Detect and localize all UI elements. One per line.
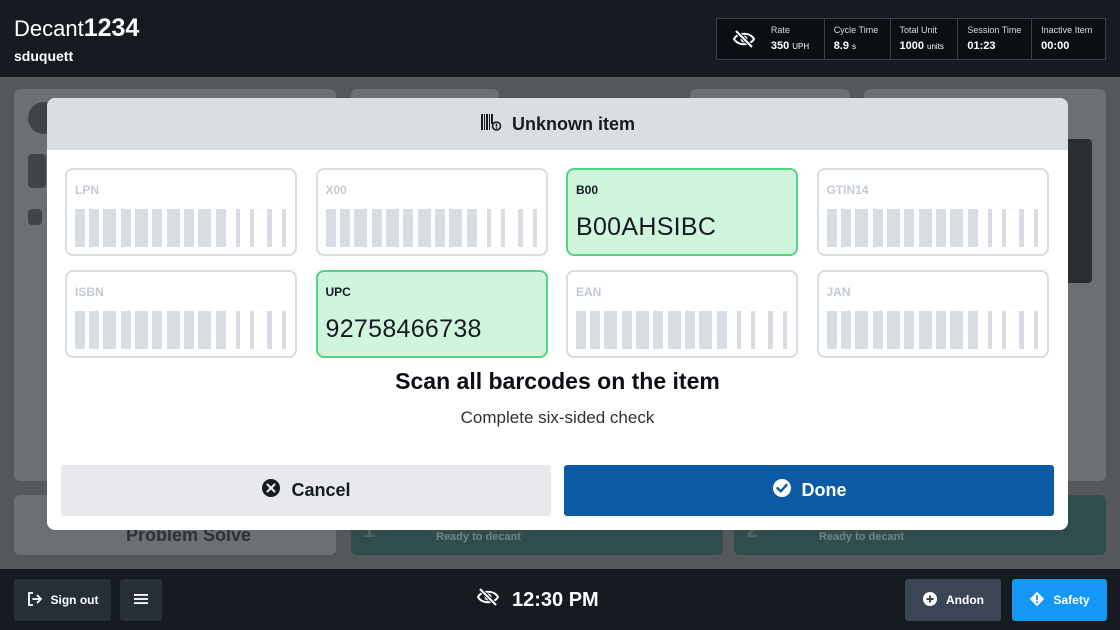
- stat-cycle-label: Cycle Time: [833, 25, 879, 35]
- sign-out-button[interactable]: Sign out: [14, 579, 111, 621]
- app-footer: Sign out 12:30 PM Andon Safety: [0, 569, 1120, 630]
- barcode-tile-lpn: LPN: [65, 168, 297, 256]
- app-header: Decant1234 sduquett Rate 350 UPH Cycle Ti…: [0, 0, 1120, 77]
- barcode-tile-label: LPN: [75, 183, 99, 197]
- plus-circle-icon: [922, 591, 938, 610]
- andon-button[interactable]: Andon: [905, 579, 1001, 621]
- dialog-header: Unknown item: [47, 98, 1068, 150]
- stat-rate: Rate 350 UPH: [771, 19, 824, 59]
- menu-button[interactable]: [120, 579, 162, 621]
- stat-rate-value: 350: [770, 40, 790, 52]
- barcode-tile-ean: EAN: [566, 270, 798, 358]
- diamond-exclamation-icon: [1029, 591, 1045, 610]
- background-ready-label-2: Ready to decant: [819, 531, 904, 543]
- barcode-tile-isbn: ISBN: [65, 270, 297, 358]
- station-number: 1234: [83, 14, 140, 42]
- stat-rate-unit: UPH: [792, 42, 810, 51]
- done-button-label: Done: [801, 480, 847, 500]
- safety-label: Safety: [1053, 593, 1090, 607]
- stat-inactive-label: Inactive Item: [1041, 25, 1093, 35]
- barcode-placeholder-icon: [75, 311, 289, 354]
- stats-panel: Rate 350 UPH Cycle Time 8.9 s Total Unit 1…: [716, 18, 1106, 60]
- brand: Decant1234 sduquett: [14, 14, 139, 64]
- barcode-tile-x00: X00: [315, 168, 548, 256]
- stat-inactive-value: 00:00: [1041, 40, 1070, 52]
- scan-prompt: Scan all barcodes on the item: [395, 368, 720, 394]
- stat-rate-label: Rate: [770, 25, 790, 35]
- stat-session-label: Session Time: [967, 25, 1022, 35]
- barcode-placeholder-icon: [75, 209, 289, 252]
- unknown-item-dialog: Unknown item LPN X00 B00 B00AHSIBC GTIN14 ISB…: [47, 98, 1068, 530]
- barcode-placeholder-icon: [826, 311, 1041, 354]
- barcode-placeholder-icon: [325, 209, 540, 252]
- cancel-button[interactable]: Cancel: [61, 465, 551, 516]
- scan-subprompt: Complete six-sided check: [460, 408, 655, 427]
- stat-total-label: Total Unit: [899, 25, 938, 35]
- stat-cycle-value: 8.9: [833, 40, 849, 52]
- stat-session-time: Session Time 01:23: [957, 19, 1031, 59]
- barcode-placeholder-icon: [826, 209, 1041, 252]
- barcode-icon: [480, 112, 502, 137]
- cancel-button-label: Cancel: [291, 480, 351, 500]
- stat-cycle-unit: s: [851, 42, 856, 51]
- barcode-tile-label: B00: [576, 183, 599, 197]
- check-circle-icon: [772, 478, 792, 503]
- background-heading-block: [28, 154, 46, 188]
- done-button[interactable]: Done: [564, 465, 1054, 516]
- stat-session-value: 01:23: [967, 40, 996, 52]
- barcode-tile-label: GTIN14: [826, 183, 869, 197]
- barcode-tile-value: B00AHSIBC: [576, 213, 717, 241]
- safety-button[interactable]: Safety: [1012, 579, 1107, 621]
- barcode-placeholder-icon: [576, 311, 790, 354]
- eye-slash-icon[interactable]: [476, 587, 500, 613]
- x-circle-icon: [261, 478, 281, 503]
- username: sduquett: [14, 48, 74, 64]
- stat-inactive-item: Inactive Item 00:00: [1031, 19, 1105, 59]
- barcode-tile-upc: UPC 92758466738: [315, 270, 548, 358]
- barcode-tile-gtin14: GTIN14: [816, 168, 1049, 256]
- sign-out-label: Sign out: [50, 593, 99, 607]
- stat-cycle-time: Cycle Time 8.9 s: [823, 19, 890, 59]
- clock-time: 12:30 PM: [512, 588, 599, 611]
- barcode-tile-label: EAN: [576, 285, 602, 299]
- stat-total-unit-suffix: units: [927, 42, 944, 51]
- barcode-tile-jan: JAN: [816, 270, 1049, 358]
- app-name: Decant: [14, 16, 84, 41]
- stat-total-unit: Total Unit 1000 units: [889, 19, 958, 59]
- sign-out-icon: [27, 591, 43, 610]
- barcode-tile-label: UPC: [325, 285, 351, 299]
- andon-label: Andon: [946, 593, 984, 607]
- background-ready-label-1: Ready to decant: [436, 531, 521, 543]
- barcode-tile-label: X00: [325, 183, 347, 197]
- barcode-tile-label: ISBN: [75, 285, 104, 299]
- dialog-title: Unknown item: [511, 113, 635, 134]
- barcode-tile-label: JAN: [826, 285, 851, 299]
- clock: 12:30 PM: [476, 587, 599, 613]
- barcode-tile-b00: B00 B00AHSIBC: [566, 168, 798, 256]
- hamburger-menu-icon: [133, 592, 149, 609]
- hide-stats-icon[interactable]: [717, 19, 771, 59]
- stat-total-value: 1000: [899, 40, 925, 52]
- barcode-tile-value: 92758466738: [325, 315, 482, 343]
- background-text-block: [28, 209, 42, 225]
